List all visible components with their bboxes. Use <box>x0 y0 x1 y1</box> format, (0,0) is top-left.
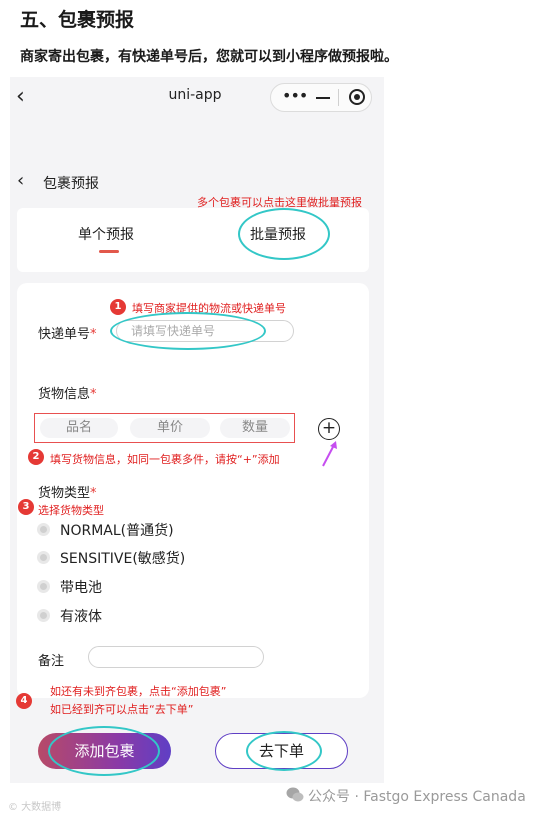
page-title: 包裹预报 <box>43 176 99 192</box>
active-tab-indicator <box>99 250 119 253</box>
radio-normal[interactable] <box>37 523 50 536</box>
close-miniapp-icon[interactable] <box>349 89 365 105</box>
option-normal-label[interactable]: NORMAL(普通货) <box>60 520 174 540</box>
step-2-badge: 2 <box>28 449 44 465</box>
step-3-annotation: 选择货物类型 <box>38 504 104 517</box>
section-description: 商家寄出包裹，有快递单号后，您就可以到小程序做预报啦。 <box>20 49 398 65</box>
more-dots-icon[interactable]: ••• <box>282 86 308 105</box>
option-battery-label[interactable]: 带电池 <box>60 577 102 597</box>
back-chevron-icon[interactable]: ‹ <box>16 84 25 109</box>
required-mark: * <box>90 327 97 342</box>
remark-input[interactable] <box>88 646 264 668</box>
page-back-icon[interactable]: ‹ <box>17 170 24 191</box>
pointer-arrow-icon <box>322 441 337 467</box>
highlight-circle-add-package <box>48 726 160 776</box>
required-mark: * <box>90 486 97 501</box>
option-sensitive-label[interactable]: SENSITIVE(敏感货) <box>60 548 185 568</box>
highlight-circle-batch <box>238 208 330 260</box>
goods-info-label: 货物信息* <box>38 387 97 402</box>
step-3-badge: 3 <box>18 499 34 515</box>
goods-quantity-input[interactable]: 数量 <box>220 418 290 438</box>
highlight-circle-tracking <box>110 312 266 350</box>
required-mark: * <box>90 387 97 402</box>
capsule-divider <box>338 89 339 106</box>
step-4-badge: 4 <box>16 693 32 709</box>
watermark-left: © 大数据博 <box>8 802 62 813</box>
step-4-annotation-line1: 如还有未到齐包裹，点击“添加包裹” <box>50 685 227 698</box>
step-2-annotation: 填写货物信息，如同一包裹多件，请按“+”添加 <box>50 453 280 466</box>
tracking-number-label: 快递单号* <box>38 327 97 342</box>
step-4-annotation-line2: 如已经到齐可以点击“去下单” <box>50 703 194 716</box>
step-1-badge: 1 <box>110 299 126 315</box>
radio-liquid[interactable] <box>37 609 50 622</box>
section-title: 五、包裹预报 <box>20 9 135 31</box>
add-goods-button[interactable]: + <box>318 418 340 440</box>
miniapp-title: uni-app <box>168 87 222 103</box>
minimize-icon[interactable] <box>316 97 330 99</box>
goods-name-input[interactable]: 品名 <box>40 418 118 438</box>
tab-single-forecast[interactable]: 单个预报 <box>78 224 134 244</box>
wechat-icon <box>286 787 304 802</box>
option-liquid-label[interactable]: 有液体 <box>60 606 102 626</box>
radio-sensitive[interactable] <box>37 551 50 564</box>
highlight-circle-place-order <box>246 731 322 771</box>
radio-battery[interactable] <box>37 580 50 593</box>
remark-label: 备注 <box>38 654 65 669</box>
watermark-right: 公众号 · Fastgo Express Canada <box>308 789 526 805</box>
cargo-type-label: 货物类型* <box>38 486 97 501</box>
goods-price-input[interactable]: 单价 <box>130 418 210 438</box>
